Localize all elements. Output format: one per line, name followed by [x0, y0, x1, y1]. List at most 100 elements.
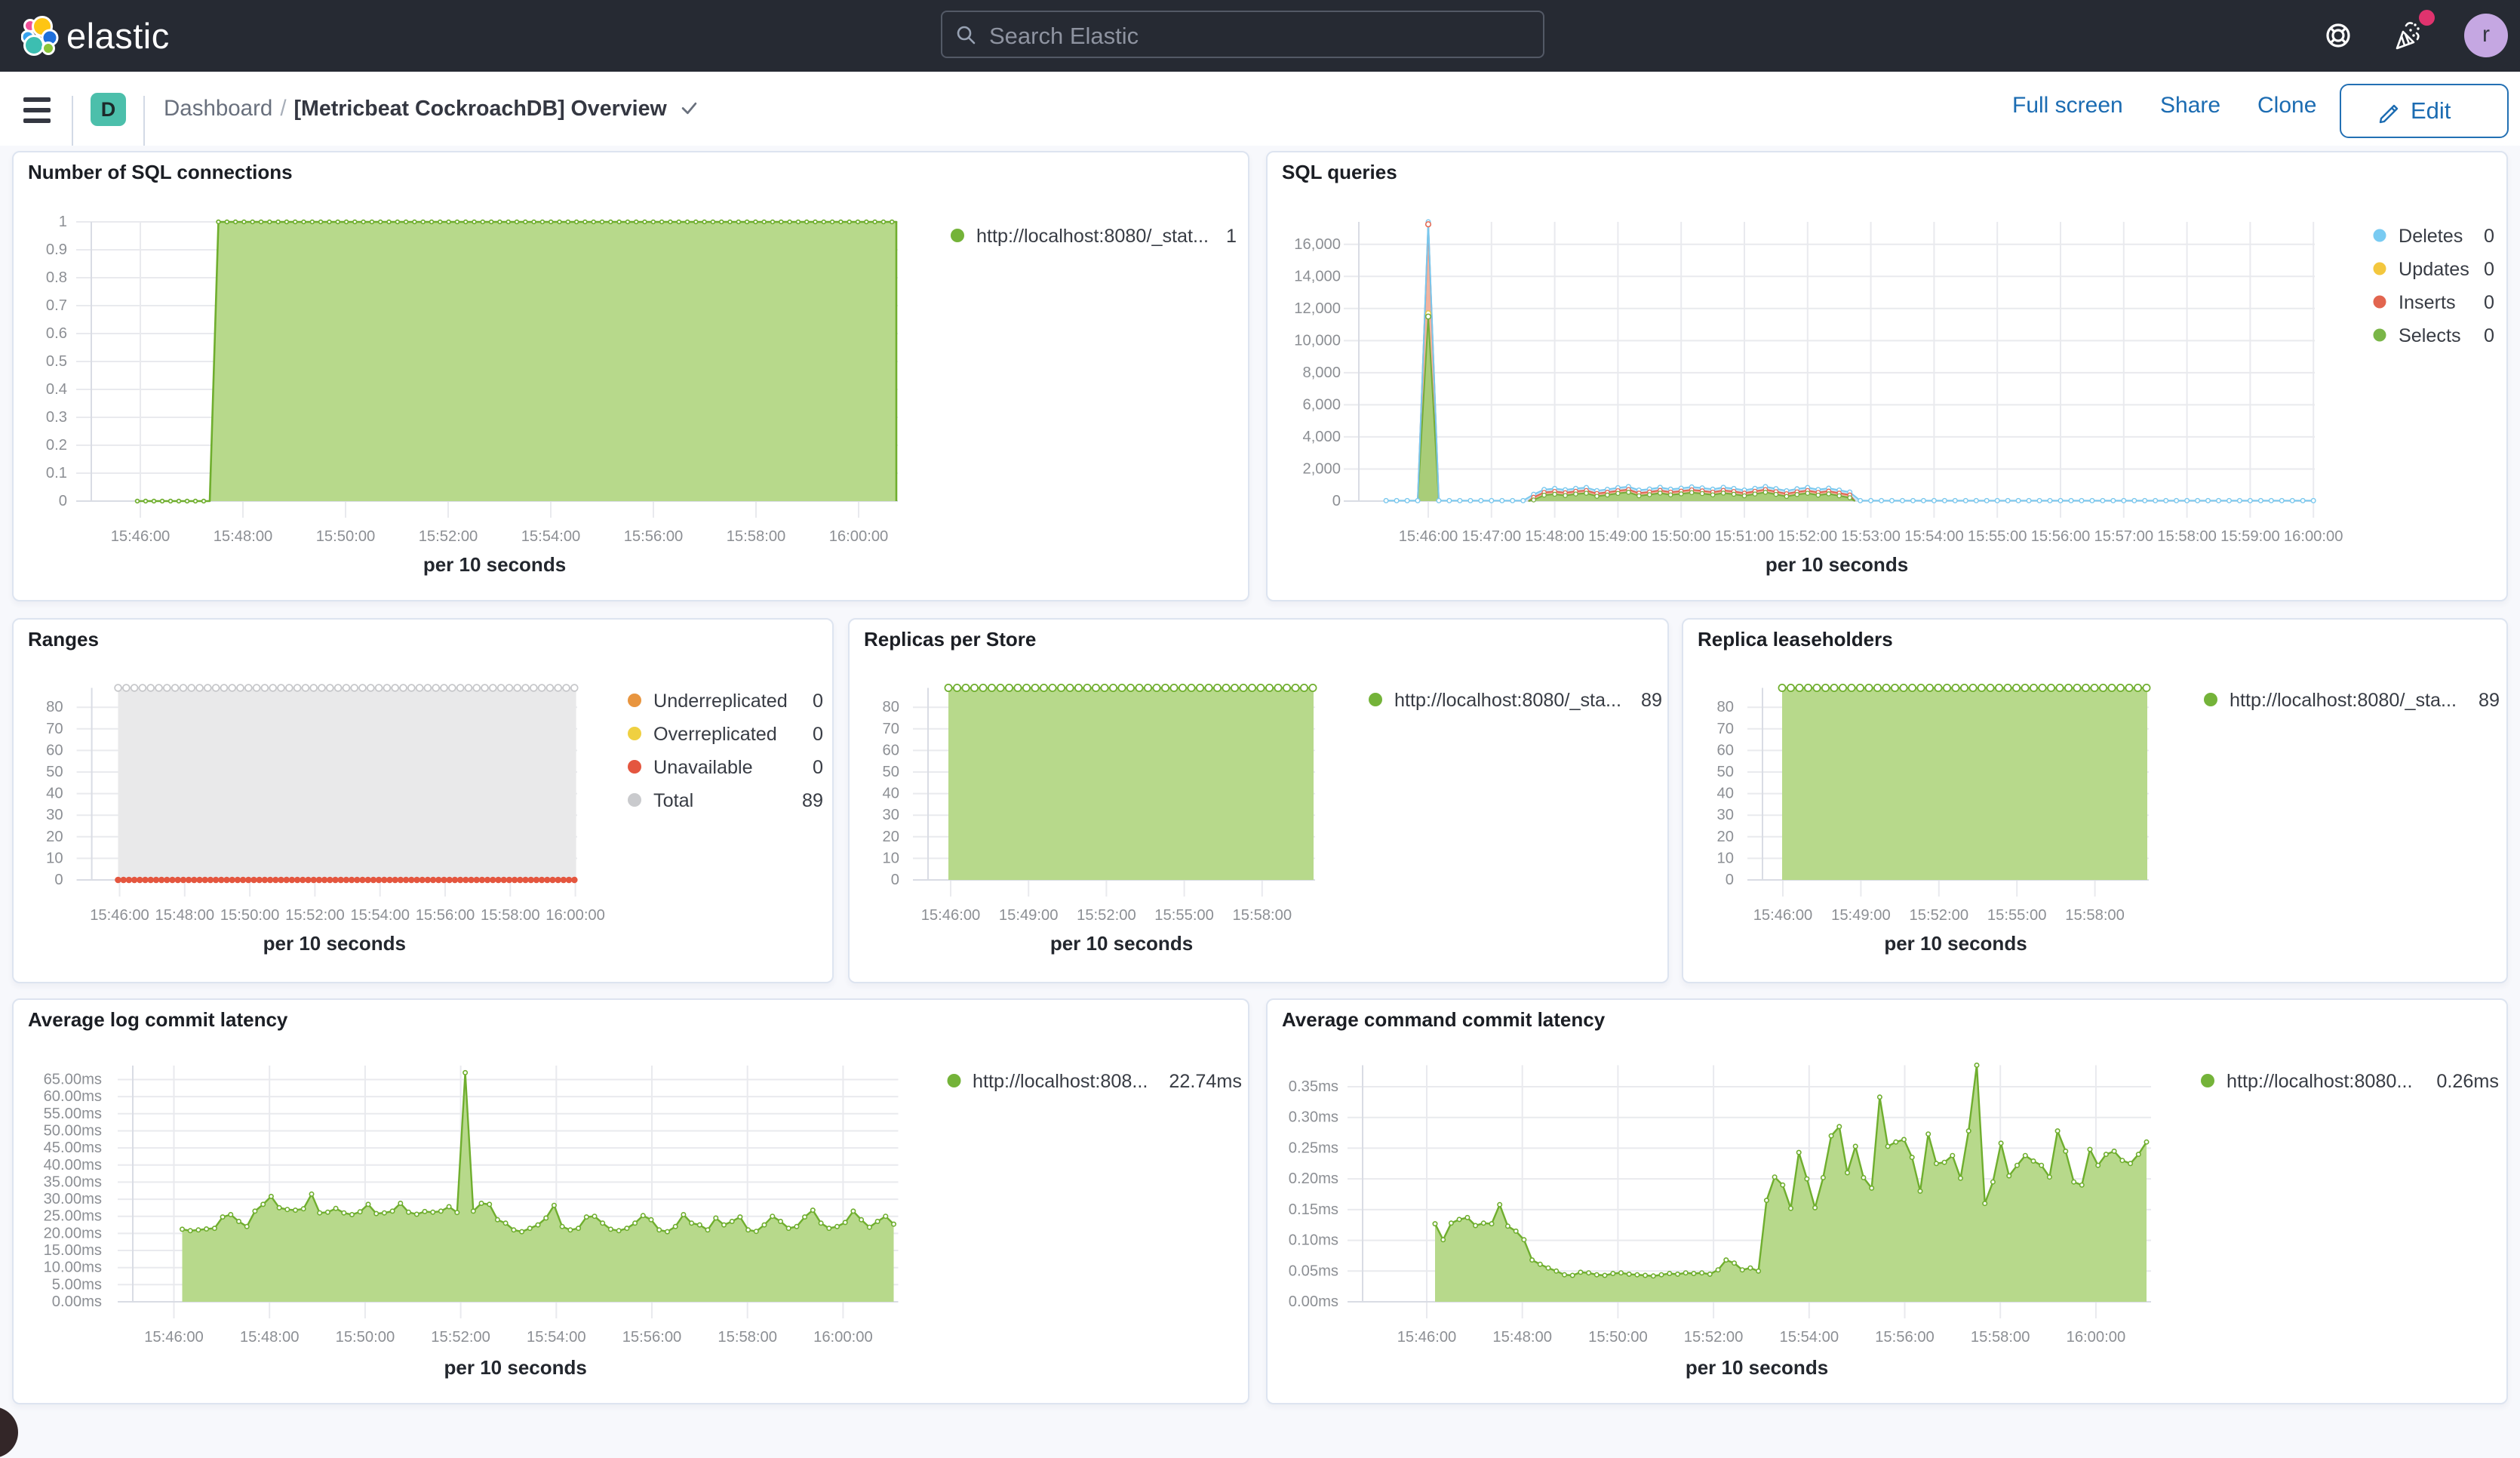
svg-text:Underreplicated: Underreplicated — [653, 691, 788, 712]
svg-text:15:52:00: 15:52:00 — [1077, 907, 1136, 924]
svg-text:Updates: Updates — [2399, 259, 2469, 280]
svg-text:16:00:00: 16:00:00 — [545, 907, 605, 924]
svg-text:per 10 seconds: per 10 seconds — [1766, 553, 1908, 576]
svg-text:0.1: 0.1 — [46, 465, 67, 481]
svg-text:0: 0 — [54, 872, 63, 888]
svg-text:15:52:00: 15:52:00 — [431, 1329, 490, 1346]
svg-text:0: 0 — [2484, 325, 2494, 346]
svg-text:0: 0 — [2484, 292, 2494, 313]
svg-text:0: 0 — [813, 691, 823, 712]
svg-text:15:58:00: 15:58:00 — [2157, 528, 2217, 545]
svg-text:40: 40 — [1717, 786, 1734, 802]
svg-text:15:58:00: 15:58:00 — [718, 1329, 777, 1346]
svg-text:Selects: Selects — [2399, 325, 2461, 346]
svg-text:0.5: 0.5 — [46, 353, 67, 370]
svg-text:15:48:00: 15:48:00 — [214, 528, 273, 545]
svg-text:per 10 seconds: per 10 seconds — [1686, 1356, 1828, 1379]
svg-text:15:56:00: 15:56:00 — [624, 528, 684, 545]
svg-text:50: 50 — [1717, 764, 1734, 780]
svg-text:15:56:00: 15:56:00 — [622, 1329, 682, 1346]
svg-text:per 10 seconds: per 10 seconds — [423, 553, 566, 576]
svg-text:Overreplicated: Overreplicated — [653, 724, 777, 745]
svg-text:15:48:00: 15:48:00 — [1525, 528, 1584, 545]
svg-text:http://localhost:8080/_sta...: http://localhost:8080/_sta... — [1394, 690, 1621, 711]
svg-text:40: 40 — [46, 786, 63, 802]
svg-text:89: 89 — [802, 790, 823, 811]
svg-text:0.9: 0.9 — [46, 241, 67, 258]
svg-text:0.00ms: 0.00ms — [1289, 1293, 1338, 1310]
svg-text:15:50:00: 15:50:00 — [1588, 1329, 1648, 1346]
svg-text:0.35ms: 0.35ms — [1289, 1078, 1338, 1095]
svg-text:0.30ms: 0.30ms — [1289, 1109, 1338, 1126]
svg-text:0: 0 — [1332, 493, 1341, 509]
svg-text:Total: Total — [653, 790, 693, 811]
svg-text:50.00ms: 50.00ms — [44, 1123, 102, 1140]
svg-text:16:00:00: 16:00:00 — [2067, 1329, 2126, 1346]
svg-text:15:59:00: 15:59:00 — [2220, 528, 2280, 545]
svg-text:Inserts: Inserts — [2399, 292, 2456, 313]
svg-text:16:00:00: 16:00:00 — [829, 528, 889, 545]
svg-text:30: 30 — [1717, 807, 1734, 823]
svg-text:15:48:00: 15:48:00 — [155, 907, 215, 924]
svg-text:0.00ms: 0.00ms — [52, 1293, 102, 1310]
svg-text:4,000: 4,000 — [1302, 429, 1341, 445]
svg-text:15:55:00: 15:55:00 — [1968, 528, 2027, 545]
svg-text:15:52:00: 15:52:00 — [1684, 1329, 1744, 1346]
svg-text:25.00ms: 25.00ms — [44, 1208, 102, 1225]
svg-text:0.15ms: 0.15ms — [1289, 1201, 1338, 1218]
svg-text:15:52:00: 15:52:00 — [419, 528, 478, 545]
svg-text:6,000: 6,000 — [1302, 396, 1341, 413]
svg-text:50: 50 — [883, 764, 899, 780]
svg-text:http://localhost:8080...: http://localhost:8080... — [2227, 1071, 2412, 1092]
svg-text:50: 50 — [46, 764, 63, 780]
svg-text:15:52:00: 15:52:00 — [285, 907, 345, 924]
svg-text:15:56:00: 15:56:00 — [1875, 1329, 1935, 1346]
svg-text:15:54:00: 15:54:00 — [350, 907, 410, 924]
svg-text:55.00ms: 55.00ms — [44, 1106, 102, 1122]
svg-text:45.00ms: 45.00ms — [44, 1140, 102, 1156]
svg-text:40.00ms: 40.00ms — [44, 1157, 102, 1173]
svg-text:per 10 seconds: per 10 seconds — [1884, 932, 2027, 955]
svg-text:0: 0 — [813, 724, 823, 745]
svg-text:80: 80 — [46, 699, 63, 715]
svg-text:15:57:00: 15:57:00 — [2094, 528, 2154, 545]
svg-text:15:52:00: 15:52:00 — [1778, 528, 1838, 545]
svg-text:0: 0 — [2484, 259, 2494, 280]
svg-text:1: 1 — [1226, 226, 1237, 247]
svg-text:65.00ms: 65.00ms — [44, 1072, 102, 1088]
svg-text:15:46:00: 15:46:00 — [90, 907, 149, 924]
svg-text:10: 10 — [46, 850, 63, 866]
svg-text:16:00:00: 16:00:00 — [2284, 528, 2343, 545]
svg-text:5.00ms: 5.00ms — [52, 1276, 102, 1293]
svg-text:15:46:00: 15:46:00 — [921, 907, 981, 924]
svg-text:0.20ms: 0.20ms — [1289, 1170, 1338, 1187]
svg-text:15:49:00: 15:49:00 — [999, 907, 1059, 924]
svg-text:0.8: 0.8 — [46, 269, 67, 286]
svg-text:0: 0 — [1726, 872, 1734, 888]
svg-text:89: 89 — [1641, 690, 1662, 711]
svg-text:15:46:00: 15:46:00 — [1397, 1329, 1457, 1346]
svg-text:0: 0 — [891, 872, 899, 888]
svg-text:0.26ms: 0.26ms — [2436, 1071, 2499, 1092]
svg-text:1: 1 — [59, 214, 67, 230]
svg-text:0.10ms: 0.10ms — [1289, 1232, 1338, 1249]
svg-text:15:46:00: 15:46:00 — [1753, 907, 1813, 924]
svg-text:http://localhost:8080/_stat...: http://localhost:8080/_stat... — [976, 226, 1209, 247]
svg-text:15:48:00: 15:48:00 — [1492, 1329, 1552, 1346]
svg-text:60: 60 — [46, 742, 63, 758]
svg-text:15:54:00: 15:54:00 — [521, 528, 581, 545]
svg-text:15:51:00: 15:51:00 — [1715, 528, 1775, 545]
svg-text:15:50:00: 15:50:00 — [1652, 528, 1711, 545]
svg-text:15:53:00: 15:53:00 — [1841, 528, 1901, 545]
svg-text:0.2: 0.2 — [46, 437, 67, 454]
svg-text:Unavailable: Unavailable — [653, 757, 753, 778]
svg-text:15:56:00: 15:56:00 — [2031, 528, 2091, 545]
svg-text:22.74ms: 22.74ms — [1169, 1071, 1242, 1092]
svg-text:30: 30 — [46, 807, 63, 823]
svg-text:10,000: 10,000 — [1294, 332, 1341, 349]
svg-text:20: 20 — [883, 829, 899, 845]
svg-text:15:58:00: 15:58:00 — [727, 528, 786, 545]
svg-text:0.25ms: 0.25ms — [1289, 1140, 1338, 1156]
svg-text:0.6: 0.6 — [46, 325, 67, 342]
svg-text:15:58:00: 15:58:00 — [2065, 907, 2125, 924]
